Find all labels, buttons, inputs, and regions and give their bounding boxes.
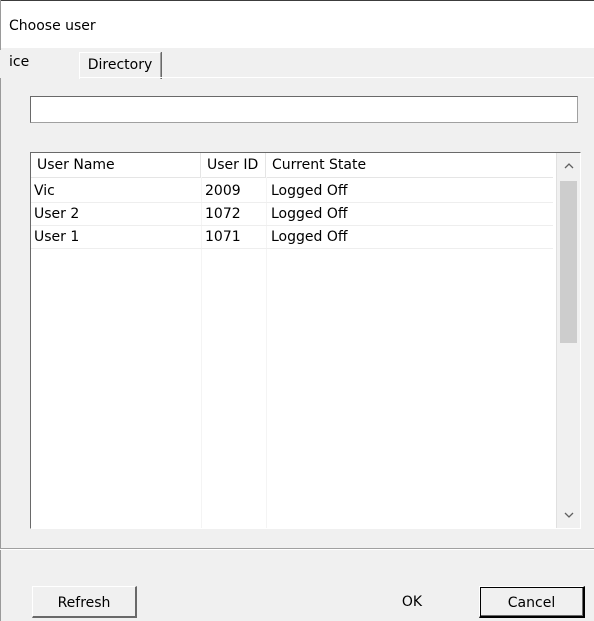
ok-button[interactable]: OK xyxy=(361,586,463,618)
cell-current-state: Logged Off xyxy=(271,229,348,245)
scrollbar-thumb[interactable] xyxy=(560,181,577,343)
chevron-up-icon[interactable] xyxy=(557,153,580,179)
search-input[interactable] xyxy=(30,96,578,123)
choose-user-dialog: Choose user ice Directory User Name User… xyxy=(0,0,594,621)
cell-user-name: User 2 xyxy=(34,206,80,222)
user-list[interactable]: User Name User ID Current State Vic 2009… xyxy=(30,152,581,529)
cell-user-id: 1072 xyxy=(205,206,241,222)
window-left-border xyxy=(0,0,1,621)
vertical-scrollbar[interactable] xyxy=(556,153,580,528)
cancel-button[interactable]: Cancel xyxy=(479,586,585,618)
tab-ice[interactable]: ice xyxy=(0,50,75,78)
column-header-current-state-label: Current State xyxy=(272,157,367,173)
column-header-row: User Name User ID Current State xyxy=(31,153,553,178)
cell-user-name: Vic xyxy=(34,183,55,199)
tab-directory-label: Directory xyxy=(87,57,153,73)
table-body: Vic 2009 Logged Off User 2 1072 Logged O… xyxy=(31,180,553,249)
column-header-user-name[interactable]: User Name xyxy=(31,153,201,177)
tab-ice-label: ice xyxy=(9,54,30,70)
column-header-current-state[interactable]: Current State xyxy=(266,153,553,177)
cell-current-state: Logged Off xyxy=(271,183,348,199)
table-row[interactable]: User 2 1072 Logged Off xyxy=(31,203,553,226)
cell-user-id: 1071 xyxy=(205,229,241,245)
footer-separator xyxy=(0,548,594,550)
title-bar: Choose user xyxy=(0,0,594,48)
refresh-button[interactable]: Refresh xyxy=(32,586,137,618)
cell-current-state: Logged Off xyxy=(271,206,348,222)
table-row[interactable]: User 1 1071 Logged Off xyxy=(31,226,553,249)
window-title: Choose user xyxy=(9,18,96,34)
column-header-user-name-label: User Name xyxy=(37,157,115,173)
chevron-down-icon[interactable] xyxy=(557,502,580,528)
window-top-border xyxy=(0,0,594,1)
tab-directory[interactable]: Directory xyxy=(79,52,161,79)
cell-user-name: User 1 xyxy=(34,229,80,245)
user-list-content: User Name User ID Current State Vic 2009… xyxy=(31,153,553,528)
tab-divider xyxy=(79,77,594,78)
column-header-user-id-label: User ID xyxy=(207,157,259,173)
tab-strip: ice Directory xyxy=(0,48,594,79)
cell-user-id: 2009 xyxy=(205,183,241,199)
column-header-user-id[interactable]: User ID xyxy=(201,153,266,177)
table-row[interactable]: Vic 2009 Logged Off xyxy=(31,180,553,203)
